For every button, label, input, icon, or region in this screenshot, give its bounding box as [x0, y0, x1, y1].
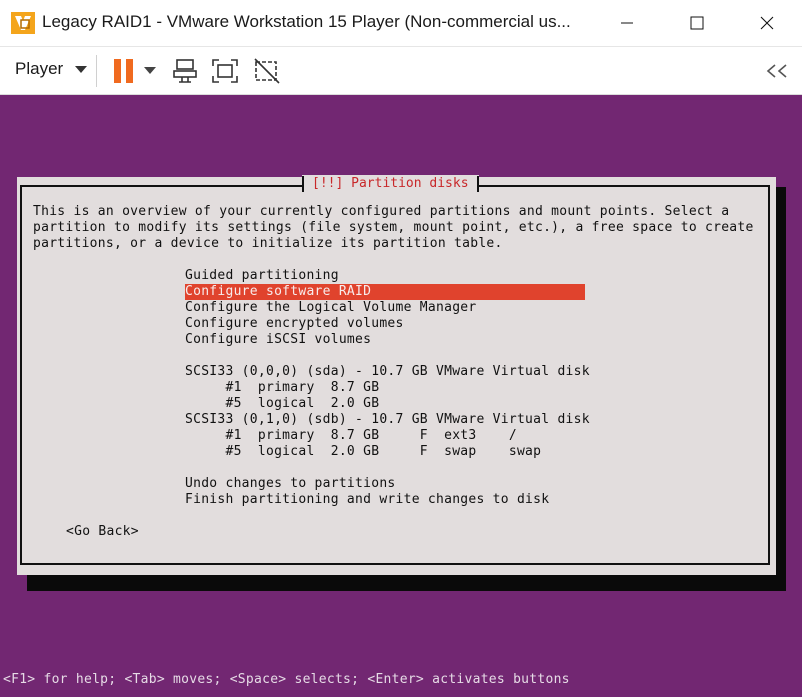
intro-text-line: partitions, or a device to initialize it…	[33, 236, 503, 251]
close-icon	[760, 16, 774, 30]
menu-item-guided-partitioning[interactable]: Guided partitioning	[185, 268, 585, 284]
player-menu-button[interactable]: Player	[15, 59, 88, 79]
minimize-button[interactable]	[604, 0, 650, 46]
menu-item-configure-software-raid[interactable]: Configure software RAID	[185, 284, 585, 300]
partition-sda5[interactable]: #5 logical 2.0 GB	[185, 396, 585, 412]
maximize-button[interactable]	[674, 0, 720, 46]
partition-disks-dialog: [!!] Partition disks This is an overview…	[17, 175, 776, 575]
menu-item-configure-lvm[interactable]: Configure the Logical Volume Manager	[185, 300, 585, 316]
unity-icon	[254, 58, 280, 84]
player-toolbar: Player	[0, 47, 802, 95]
go-back-button[interactable]: <Go Back>	[66, 524, 139, 540]
menu-item-finish-partitioning[interactable]: Finish partitioning and write changes to…	[185, 492, 585, 508]
send-ctrl-alt-del-icon	[173, 59, 197, 83]
window-title: Legacy RAID1 - VMware Workstation 15 Pla…	[42, 12, 571, 31]
fullscreen-button[interactable]	[210, 57, 240, 85]
partition-sdb1[interactable]: #1 primary 8.7 GB F ext3 /	[185, 428, 585, 444]
power-options-dropdown[interactable]	[143, 57, 157, 85]
vmware-player-icon	[11, 12, 35, 34]
close-button[interactable]	[744, 0, 790, 46]
unity-button[interactable]	[252, 57, 282, 85]
collapse-toolbar-button[interactable]	[762, 57, 792, 85]
disk-sda[interactable]: SCSI33 (0,0,0) (sda) - 10.7 GB VMware Vi…	[185, 364, 590, 380]
send-ctrl-alt-del-button[interactable]	[170, 57, 200, 85]
chevron-down-icon	[75, 65, 88, 73]
collapse-toolbar-icon	[766, 64, 787, 78]
window-titlebar[interactable]: Legacy RAID1 - VMware Workstation 15 Pla…	[0, 0, 802, 47]
maximize-icon	[690, 16, 704, 30]
dialog-title: [!!] Partition disks	[302, 175, 479, 193]
fullscreen-icon	[212, 59, 238, 83]
toolbar-divider	[96, 55, 97, 87]
chevron-down-icon	[144, 67, 156, 74]
menu-item-undo-changes[interactable]: Undo changes to partitions	[185, 476, 585, 492]
menu-item-configure-encrypted-volumes[interactable]: Configure encrypted volumes	[185, 316, 585, 332]
menu-item-configure-iscsi-volumes[interactable]: Configure iSCSI volumes	[185, 332, 585, 348]
intro-text-line: This is an overview of your currently co…	[33, 204, 730, 219]
vm-console-screen[interactable]: [!!] Partition disks This is an overview…	[0, 95, 802, 697]
intro-text-line: partition to modify its settings (file s…	[33, 220, 754, 235]
partition-sdb5[interactable]: #5 logical 2.0 GB F swap swap	[185, 444, 585, 460]
partition-sda1[interactable]: #1 primary 8.7 GB	[185, 380, 585, 396]
player-menu-label: Player	[15, 59, 64, 78]
status-help-bar: <F1> for help; <Tab> moves; <Space> sele…	[3, 672, 570, 687]
minimize-icon	[621, 22, 633, 24]
pause-button[interactable]	[112, 57, 136, 85]
pause-icon	[114, 59, 133, 83]
disk-sdb[interactable]: SCSI33 (0,1,0) (sdb) - 10.7 GB VMware Vi…	[185, 412, 590, 428]
